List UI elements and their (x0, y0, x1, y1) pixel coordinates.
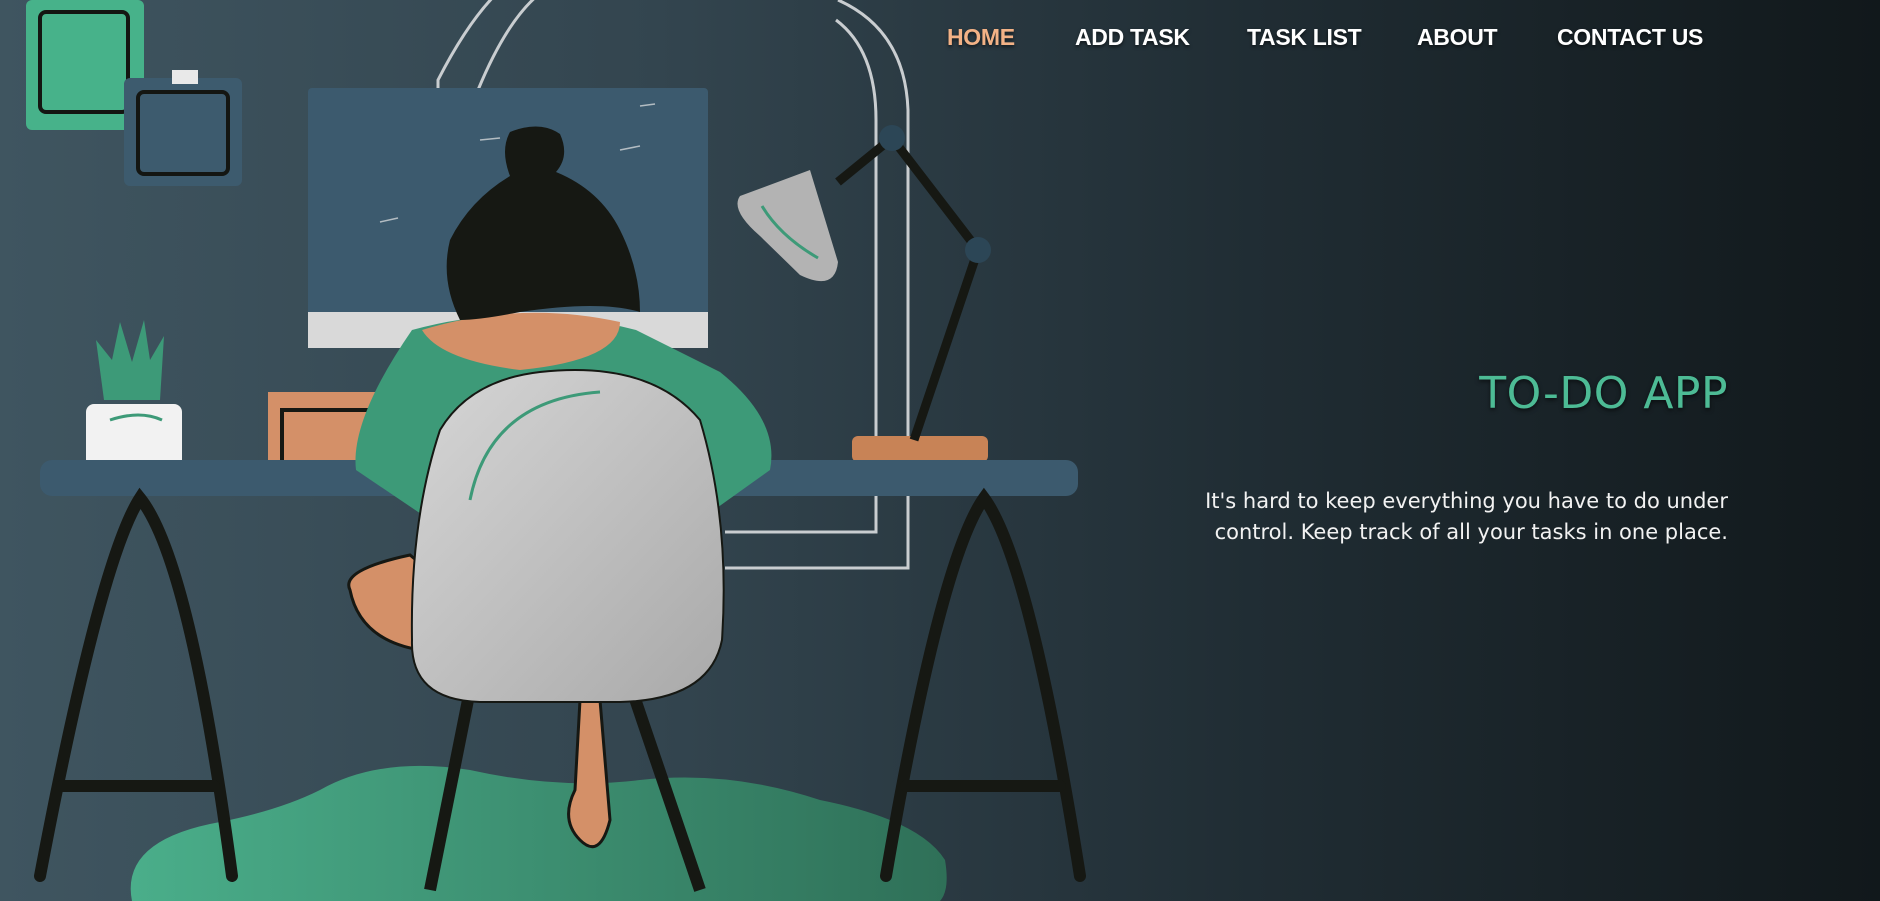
potted-plant (86, 320, 182, 472)
nav-link-contact-us[interactable]: CONTACT US (1557, 24, 1703, 51)
hero-title: TO-DO APP (1479, 368, 1728, 419)
nav-link-task-list[interactable]: TASK LIST (1247, 24, 1362, 51)
desk-lamp (737, 125, 991, 462)
rug (130, 765, 947, 901)
hero-description: It's hard to keep everything you have to… (1205, 489, 1728, 544)
wall-frame-navy (124, 70, 242, 186)
nav-link-about[interactable]: ABOUT (1417, 24, 1498, 51)
hero-illustration (26, 0, 1086, 901)
main-navigation: HOME ADD TASK TASK LIST ABOUT CONTACT US (880, 24, 1880, 60)
nav-link-home[interactable]: HOME (947, 24, 1015, 51)
nav-link-add-task[interactable]: ADD TASK (1075, 24, 1190, 51)
